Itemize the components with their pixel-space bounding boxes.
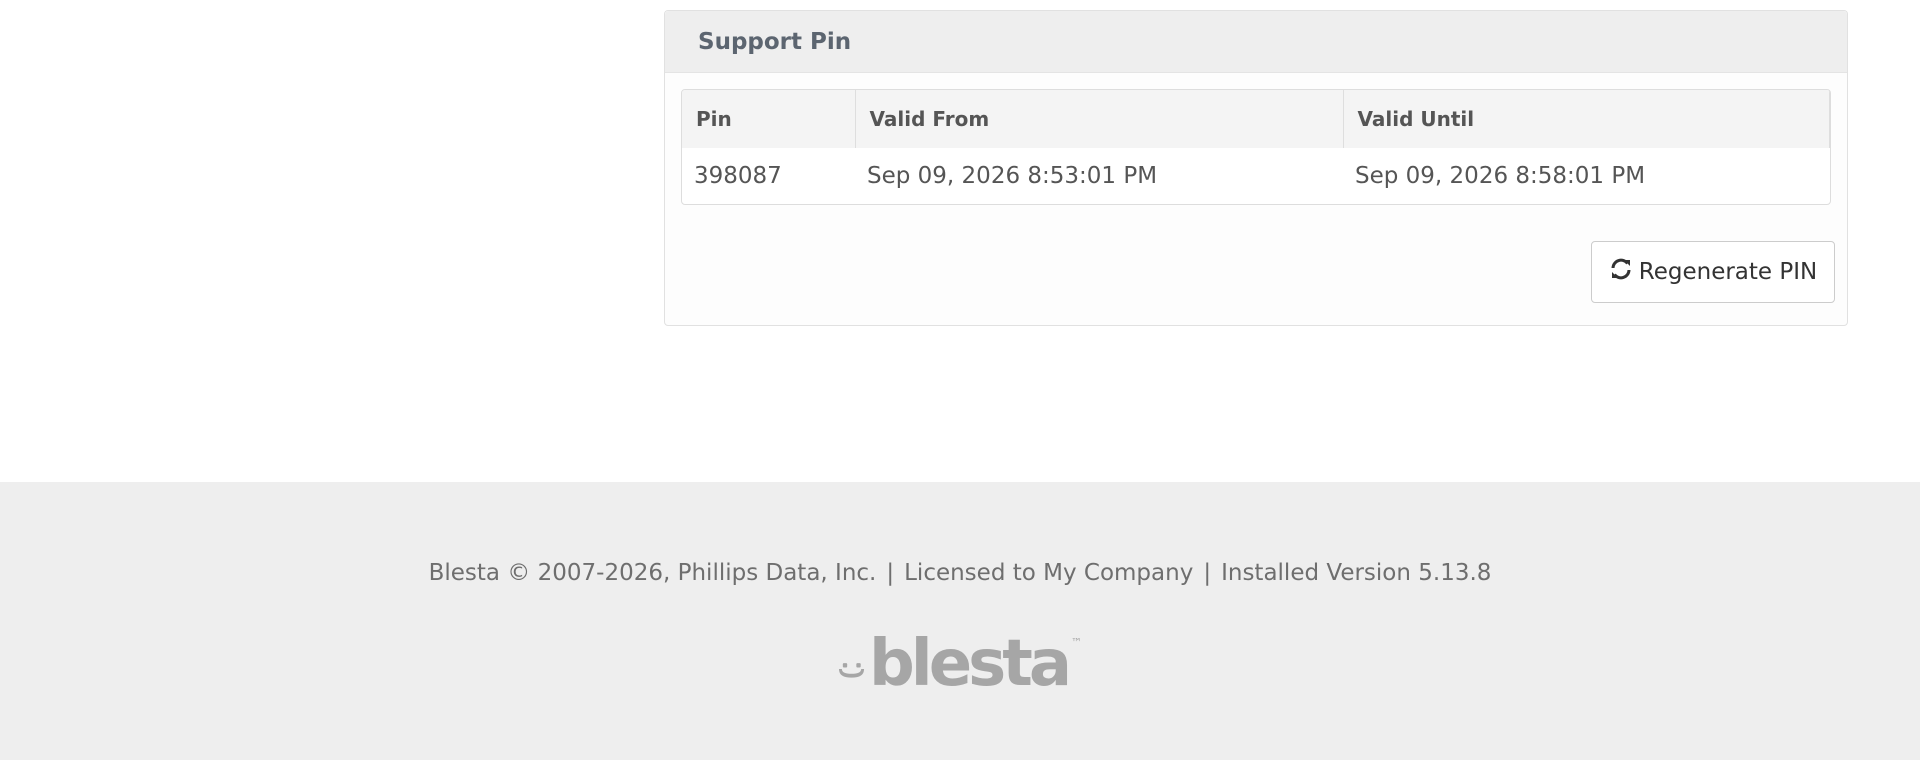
logo-trademark: ™ [1071, 636, 1082, 649]
footer-separator: | [886, 560, 895, 586]
pin-cell: 398087 [694, 163, 782, 189]
valid-until-cell: Sep 09, 2026 8:58:01 PM [1355, 163, 1646, 189]
panel-heading: Support Pin [665, 11, 1847, 73]
valid-from-cell: Sep 09, 2026 8:53:01 PM [867, 163, 1158, 189]
regenerate-pin-button[interactable]: Regenerate PIN [1591, 241, 1835, 303]
smiley-logo-icon [838, 663, 865, 678]
footer-version: Installed Version 5.13.8 [1221, 560, 1492, 586]
refresh-icon [1609, 257, 1639, 287]
footer: Blesta © 2007-2026, Phillips Data, Inc. |… [0, 482, 1920, 760]
column-header-pin[interactable]: Pin [682, 90, 856, 148]
logo-wordmark: blesta [868, 627, 1072, 701]
support-pin-panel: Support Pin Pin Valid From Valid Until 3… [664, 10, 1848, 326]
column-header-valid-from[interactable]: Valid From [855, 90, 1344, 148]
column-header-valid-until[interactable]: Valid Until [1343, 90, 1830, 148]
regenerate-pin-label: Regenerate PIN [1638, 259, 1818, 285]
table-header-row: Pin Valid From Valid Until [682, 90, 1830, 148]
table-row: 398087 Sep 09, 2026 8:53:01 PM Sep 09, 2… [682, 148, 1830, 204]
blesta-logo: blesta ™ [838, 630, 1082, 696]
panel-title: Support Pin [698, 28, 852, 55]
footer-separator: | [1203, 560, 1212, 586]
footer-copyright: Blesta © 2007-2026, Phillips Data, Inc. [428, 560, 877, 586]
footer-license: Licensed to My Company [904, 560, 1194, 586]
footer-text: Blesta © 2007-2026, Phillips Data, Inc. |… [0, 560, 1920, 586]
support-pin-table: Pin Valid From Valid Until 398087 Sep 09… [681, 89, 1831, 205]
